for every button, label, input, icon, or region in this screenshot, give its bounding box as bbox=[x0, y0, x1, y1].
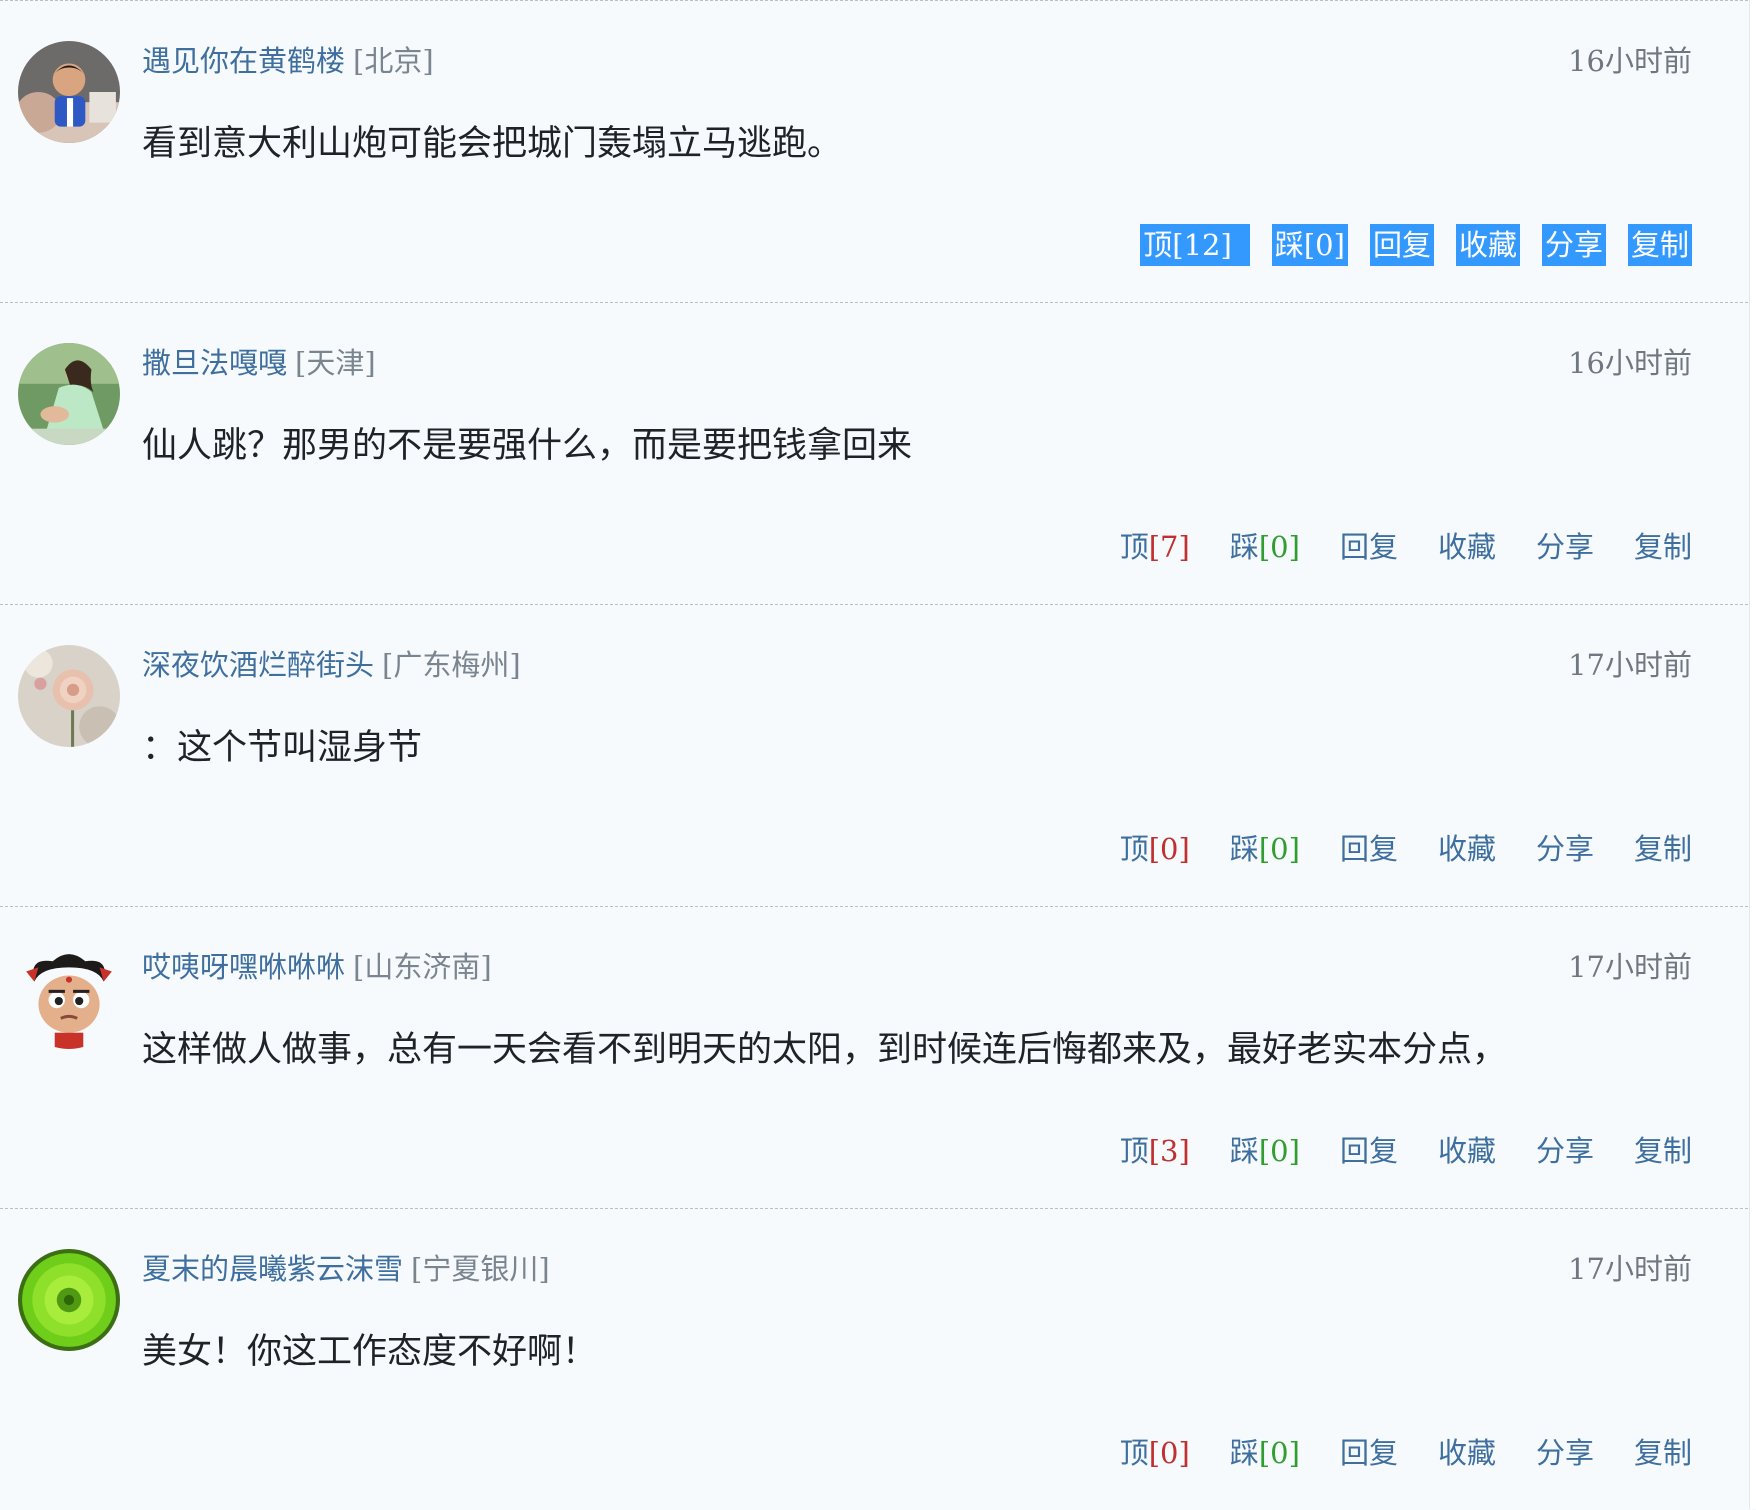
downvote-count: [0] bbox=[1258, 1134, 1300, 1168]
comment-timestamp: 16小时前 bbox=[1568, 346, 1692, 380]
avatar-boy-photo-icon bbox=[18, 41, 120, 143]
avatar[interactable] bbox=[18, 41, 120, 143]
avatar-woman-photo-icon bbox=[18, 343, 120, 445]
downvote-button[interactable]: 踩[0] bbox=[1230, 829, 1300, 869]
share-button[interactable]: 分享 bbox=[1541, 224, 1606, 266]
comment-item: 遇见你在黄鹤楼 [北京] 16小时前 看到意大利山炮可能会把城门轰塌立马逃跑。 顶… bbox=[0, 0, 1748, 302]
upvote-button[interactable]: 顶[0] bbox=[1120, 1433, 1190, 1473]
avatar[interactable] bbox=[18, 645, 120, 747]
comment-actions: 顶[0] 踩[0] 回复 收藏 分享 复制 bbox=[1080, 1431, 1692, 1475]
downvote-count: [0] bbox=[1258, 832, 1300, 866]
share-button[interactable]: 分享 bbox=[1536, 1131, 1594, 1171]
comment-timestamp: 17小时前 bbox=[1568, 950, 1692, 984]
user-location: [天津] bbox=[295, 346, 376, 380]
avatar-rose-photo-icon bbox=[18, 645, 120, 747]
upvote-label: 顶 bbox=[1143, 228, 1173, 262]
avatar-cartoon-character-icon bbox=[18, 947, 120, 1049]
avatar[interactable] bbox=[18, 343, 120, 445]
comment-actions: 顶[7] 踩[0] 回复 收藏 分享 复制 bbox=[1080, 525, 1692, 569]
downvote-button[interactable]: 踩[0] bbox=[1230, 1433, 1300, 1473]
user-location: [山东济南] bbox=[353, 950, 492, 984]
upvote-count: [12] bbox=[1172, 228, 1232, 262]
username-link[interactable]: 哎咦呀嘿咻咻咻 bbox=[142, 950, 345, 984]
page-scroll-edge bbox=[1749, 0, 1756, 1509]
downvote-label: 踩 bbox=[1229, 1436, 1259, 1470]
comment-text: 这样做人做事，总有一天会看不到明天的太阳，到时候连后悔都来及，最好老实本分点， bbox=[142, 1030, 1508, 1070]
username-link[interactable]: 夏末的晨曦紫云沫雪 bbox=[142, 1252, 403, 1286]
upvote-label: 顶 bbox=[1119, 1436, 1149, 1470]
comment-timestamp: 17小时前 bbox=[1568, 1252, 1692, 1286]
comment-item: 撒旦法嘎嘎 [天津] 16小时前 仙人跳？那男的不是要强什么，而是要把钱拿回来 顶… bbox=[0, 302, 1748, 604]
downvote-label: 踩 bbox=[1229, 1134, 1259, 1168]
copy-button[interactable]: 复制 bbox=[1634, 527, 1692, 567]
reply-button[interactable]: 回复 bbox=[1340, 527, 1398, 567]
upvote-label: 顶 bbox=[1119, 1134, 1149, 1168]
favorite-button[interactable]: 收藏 bbox=[1438, 1131, 1496, 1171]
comment-text: ：这个节叫湿身节 bbox=[142, 728, 423, 768]
downvote-label: 踩 bbox=[1229, 530, 1259, 564]
comment-text: 看到意大利山炮可能会把城门轰塌立马逃跑。 bbox=[142, 124, 843, 164]
upvote-button[interactable]: 顶[3] bbox=[1120, 1131, 1190, 1171]
downvote-button[interactable]: 踩[0] bbox=[1271, 224, 1348, 266]
avatar[interactable] bbox=[18, 1249, 120, 1351]
upvote-button[interactable]: 顶[0] bbox=[1120, 829, 1190, 869]
user-location: [北京] bbox=[353, 44, 434, 78]
comment-actions: 顶[0] 踩[0] 回复 收藏 分享 复制 bbox=[1080, 827, 1692, 871]
username-link[interactable]: 撒旦法嘎嘎 bbox=[142, 346, 287, 380]
comment-list: 遇见你在黄鹤楼 [北京] 16小时前 看到意大利山炮可能会把城门轰塌立马逃跑。 顶… bbox=[0, 0, 1748, 1510]
downvote-label: 踩 bbox=[1229, 832, 1259, 866]
reply-button[interactable]: 回复 bbox=[1369, 224, 1434, 266]
comment-item: 夏末的晨曦紫云沫雪 [宁夏银川] 17小时前 美女！你这工作态度不好啊！ 顶[0]… bbox=[0, 1208, 1748, 1510]
copy-button[interactable]: 复制 bbox=[1634, 829, 1692, 869]
downvote-button[interactable]: 踩[0] bbox=[1230, 1131, 1300, 1171]
reply-button[interactable]: 回复 bbox=[1340, 1433, 1398, 1473]
upvote-label: 顶 bbox=[1119, 530, 1149, 564]
upvote-count: [7] bbox=[1148, 530, 1190, 564]
username-link[interactable]: 深夜饮酒烂醉街头 bbox=[142, 648, 374, 682]
comment-header: 遇见你在黄鹤楼 [北京] 16小时前 bbox=[142, 41, 1692, 81]
user-location: [宁夏银川] bbox=[411, 1252, 550, 1286]
downvote-count: [0] bbox=[1258, 530, 1300, 564]
comment-text: 仙人跳？那男的不是要强什么，而是要把钱拿回来 bbox=[142, 426, 913, 466]
upvote-count: [3] bbox=[1148, 1134, 1190, 1168]
comment-timestamp: 17小时前 bbox=[1568, 648, 1692, 682]
downvote-count: [0] bbox=[1258, 1436, 1300, 1470]
upvote-button[interactable]: 顶[7] bbox=[1120, 527, 1190, 567]
favorite-button[interactable]: 收藏 bbox=[1438, 1433, 1496, 1473]
comment-header: 哎咦呀嘿咻咻咻 [山东济南] 17小时前 bbox=[142, 947, 1692, 987]
reply-button[interactable]: 回复 bbox=[1340, 1131, 1398, 1171]
copy-button[interactable]: 复制 bbox=[1634, 1433, 1692, 1473]
favorite-button[interactable]: 收藏 bbox=[1438, 829, 1496, 869]
downvote-count: [0] bbox=[1303, 228, 1345, 262]
upvote-label: 顶 bbox=[1119, 832, 1149, 866]
copy-button[interactable]: 复制 bbox=[1627, 224, 1692, 266]
comment-header: 夏末的晨曦紫云沫雪 [宁夏银川] 17小时前 bbox=[142, 1249, 1692, 1289]
upvote-count: [0] bbox=[1148, 1436, 1190, 1470]
comment-text: 美女！你这工作态度不好啊！ bbox=[142, 1332, 598, 1372]
share-button[interactable]: 分享 bbox=[1536, 829, 1594, 869]
upvote-count: [0] bbox=[1148, 832, 1190, 866]
copy-button[interactable]: 复制 bbox=[1634, 1131, 1692, 1171]
comment-item: 深夜饮酒烂醉街头 [广东梅州] 17小时前 ：这个节叫湿身节 顶[0] 踩[0] … bbox=[0, 604, 1748, 906]
comment-item: 哎咦呀嘿咻咻咻 [山东济南] 17小时前 这样做人做事，总有一天会看不到明天的太阳… bbox=[0, 906, 1748, 1208]
avatar[interactable] bbox=[18, 947, 120, 1049]
username-link[interactable]: 遇见你在黄鹤楼 bbox=[142, 44, 345, 78]
upvote-button[interactable]: 顶[12] bbox=[1140, 224, 1250, 266]
downvote-label: 踩 bbox=[1274, 228, 1304, 262]
downvote-button[interactable]: 踩[0] bbox=[1230, 527, 1300, 567]
comment-actions: 顶[12] 踩[0] 回复 收藏 分享 复制 bbox=[1118, 223, 1692, 267]
comment-timestamp: 16小时前 bbox=[1568, 44, 1692, 78]
comment-header: 深夜饮酒烂醉街头 [广东梅州] 17小时前 bbox=[142, 645, 1692, 685]
comment-actions: 顶[3] 踩[0] 回复 收藏 分享 复制 bbox=[1080, 1129, 1692, 1173]
avatar-green-flower-photo-icon bbox=[18, 1249, 120, 1351]
favorite-button[interactable]: 收藏 bbox=[1438, 527, 1496, 567]
user-location: [广东梅州] bbox=[382, 648, 521, 682]
comment-header: 撒旦法嘎嘎 [天津] 16小时前 bbox=[142, 343, 1692, 383]
share-button[interactable]: 分享 bbox=[1536, 1433, 1594, 1473]
reply-button[interactable]: 回复 bbox=[1340, 829, 1398, 869]
share-button[interactable]: 分享 bbox=[1536, 527, 1594, 567]
favorite-button[interactable]: 收藏 bbox=[1455, 224, 1520, 266]
